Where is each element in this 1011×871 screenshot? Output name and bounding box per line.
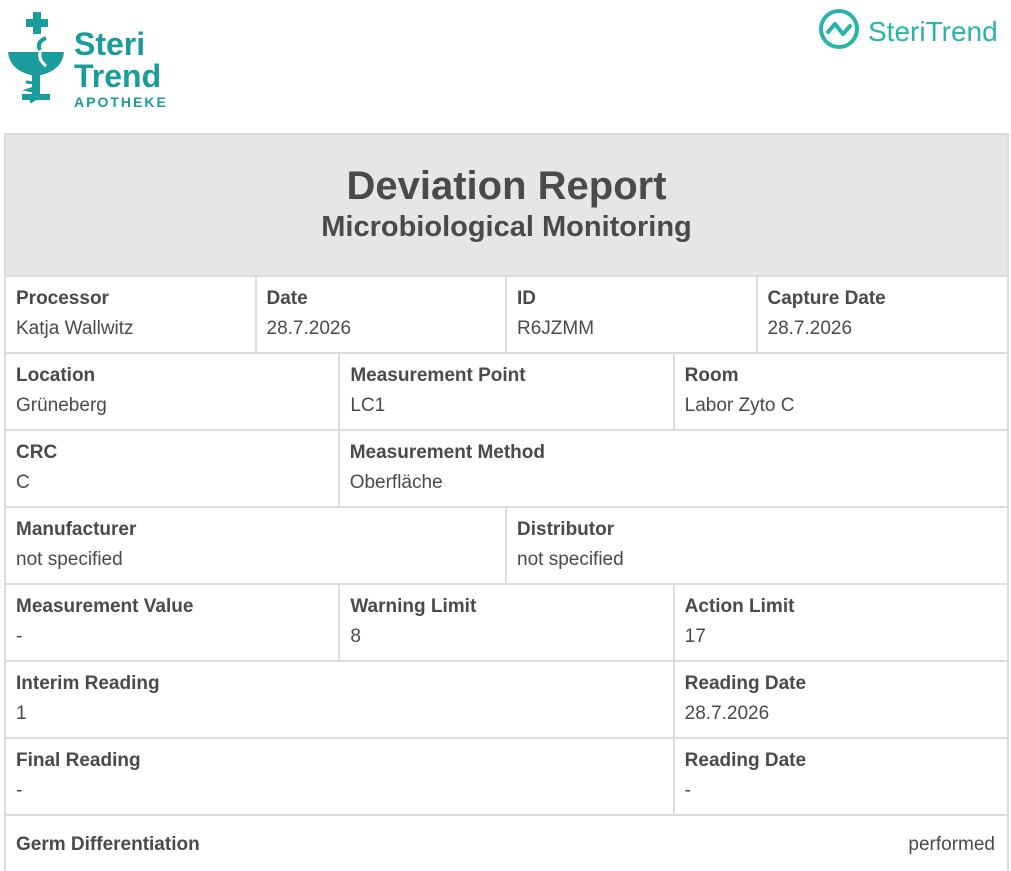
field-id: ID R6JZMM <box>507 277 758 352</box>
report-row: Final Reading - Reading Date - <box>6 739 1007 816</box>
field-final-reading: Final Reading - <box>6 739 675 814</box>
field-processor: Processor Katja Wallwitz <box>6 277 257 352</box>
field-label: Capture Date <box>767 288 886 309</box>
field-value: not specified <box>517 549 624 570</box>
field-label: Measurement Method <box>349 442 545 463</box>
field-value: 28.7.2026 <box>684 703 770 724</box>
field-label: Processor <box>16 288 109 309</box>
field-final-reading-date: Reading Date - <box>675 739 1007 814</box>
report-title: Deviation Report <box>346 164 667 208</box>
field-value: 28.7.2026 <box>266 318 352 339</box>
field-value: performed <box>908 834 995 855</box>
report-row: Measurement Value - Warning Limit 8 Acti… <box>6 585 1007 662</box>
field-value: not specified <box>16 549 123 570</box>
field-measurement-method: Measurement Method Oberfläche <box>340 431 1007 506</box>
field-room: Room Labor Zyto C <box>675 354 1007 429</box>
field-action-limit: Action Limit 17 <box>675 585 1007 660</box>
field-label: Measurement Value <box>16 596 194 617</box>
field-warning-limit: Warning Limit 8 <box>340 585 675 660</box>
field-value: Grüneberg <box>16 395 107 416</box>
report-row: Manufacturer not specified Distributor n… <box>6 508 1007 585</box>
report-row: CRC C Measurement Method Oberfläche <box>6 431 1007 508</box>
field-label: Location <box>16 365 96 386</box>
field-label: ID <box>517 288 536 309</box>
logo-word-trend: Trend <box>74 58 162 94</box>
field-value: - <box>16 626 23 647</box>
field-interim-reading-date: Reading Date 28.7.2026 <box>675 662 1007 737</box>
field-measurement-point: Measurement Point LC1 <box>340 354 675 429</box>
field-date: Date 28.7.2026 <box>257 277 507 352</box>
field-interim-reading: Interim Reading 1 <box>6 662 675 737</box>
trend-circle-icon <box>819 9 859 49</box>
field-label: Reading Date <box>684 750 807 771</box>
field-manufacturer: Manufacturer not specified <box>6 508 507 583</box>
field-distributor: Distributor not specified <box>507 508 1007 583</box>
deviation-report: Deviation Report Microbiological Monitor… <box>4 133 1009 871</box>
field-value: - <box>684 780 691 801</box>
logo-word-steritrend: SteriTrend <box>868 16 998 47</box>
field-value: Katja Wallwitz <box>16 318 134 339</box>
field-value: C <box>16 472 30 493</box>
field-crc: CRC C <box>6 431 340 506</box>
logo-word-steri: Steri <box>74 26 146 62</box>
field-value: R6JZMM <box>517 318 595 339</box>
field-label: Action Limit <box>684 596 795 617</box>
field-value: LC1 <box>350 395 386 416</box>
report-subtitle: Microbiological Monitoring <box>321 211 692 243</box>
field-label: Distributor <box>517 519 615 540</box>
field-value: 17 <box>684 626 706 647</box>
field-capture-date: Capture Date 28.7.2026 <box>758 277 1008 352</box>
field-value: - <box>16 780 23 801</box>
report-row: Location Grüneberg Measurement Point LC1… <box>6 354 1007 431</box>
report-row: Processor Katja Wallwitz Date 28.7.2026 … <box>6 277 1007 354</box>
field-label: Room <box>684 365 739 386</box>
field-label: CRC <box>16 442 58 463</box>
field-label: Interim Reading <box>16 673 160 694</box>
field-label: Warning Limit <box>350 596 477 617</box>
field-germ-differentiation: Germ Differentiation performed <box>6 816 1007 871</box>
field-location: Location Grüneberg <box>6 354 341 429</box>
field-measurement-value: Measurement Value - <box>6 585 341 660</box>
field-label: Date <box>266 288 308 309</box>
field-label: Final Reading <box>16 750 141 771</box>
field-value: 1 <box>16 703 27 724</box>
steritrend-apotheke-logo: Steri Trend APOTHEKE <box>6 10 186 109</box>
field-value: Labor Zyto C <box>684 395 795 416</box>
field-value: 28.7.2026 <box>767 318 853 339</box>
field-label: Manufacturer <box>16 519 137 540</box>
pharmacy-caduceus-icon <box>8 12 64 104</box>
steritrend-logo: SteriTrend <box>818 8 1010 52</box>
field-value: Oberfläche <box>349 472 443 493</box>
logo-word-apotheke: APOTHEKE <box>74 94 168 110</box>
field-label: Measurement Point <box>350 365 526 386</box>
field-label: Reading Date <box>684 673 807 694</box>
field-value: 8 <box>350 626 361 647</box>
report-row: Interim Reading 1 Reading Date 28.7.2026 <box>6 662 1007 739</box>
report-header: Deviation Report Microbiological Monitor… <box>6 135 1007 277</box>
field-label: Germ Differentiation <box>16 834 200 855</box>
